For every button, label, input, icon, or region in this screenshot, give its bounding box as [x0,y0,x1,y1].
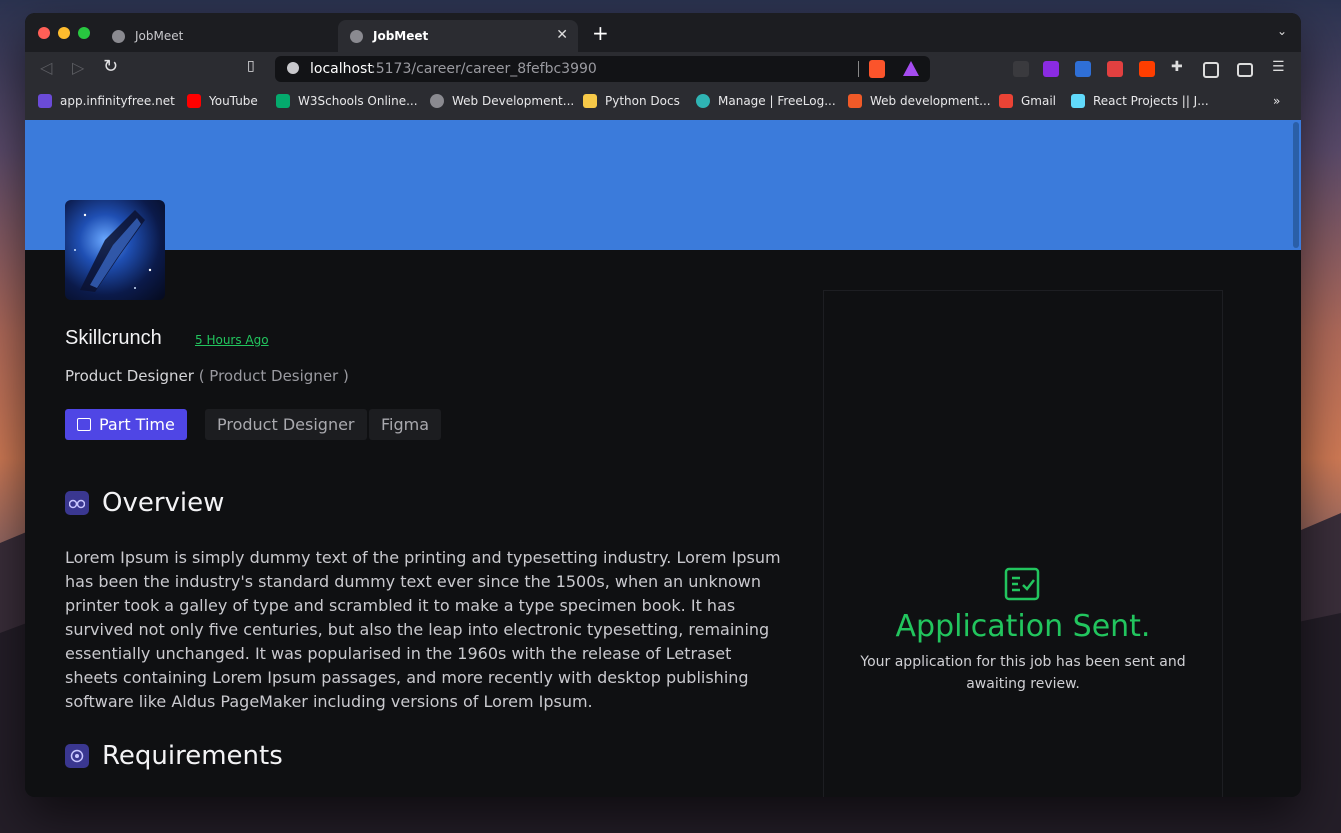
bookmark-item[interactable]: Python Docs [583,94,680,108]
reload-button[interactable]: ↻ [103,56,118,77]
youtube-icon [187,94,201,108]
bookmark-item[interactable]: app.infinityfree.net [38,94,175,108]
posted-time-link[interactable]: 5 Hours Ago [195,333,269,347]
new-tab-button[interactable]: + [592,21,609,45]
w3schools-icon [276,94,290,108]
requirements-heading: Requirements [65,741,283,771]
application-sent-title: Application Sent. [895,609,1151,644]
brave-rewards-icon[interactable] [903,61,919,76]
tab-2-title: JobMeet [373,29,429,43]
maximize-window-button[interactable] [78,27,90,39]
globe-icon [112,29,125,43]
checklist-icon [1004,567,1040,601]
tab-2[interactable]: JobMeet ✕ [338,20,578,52]
bookmark-favicon-icon [38,94,52,108]
freelogo-icon [696,94,710,108]
scrollbar[interactable] [1293,122,1299,248]
address-bar[interactable]: localhost :5173/career/career_8fefbc3990 [275,56,930,82]
bookmark-item[interactable]: Web Development... [430,94,574,108]
tab-1-title: JobMeet [135,29,184,43]
url-host: localhost [310,61,373,77]
job-title: Product Designer ( Product Designer ) [65,367,349,385]
bookmark-item[interactable]: Web development... [848,94,991,108]
page-content: Skillcrunch 5 Hours Ago Product Designer… [25,120,1301,797]
skill-tag: Figma [369,409,442,440]
extension-icon[interactable] [1075,61,1091,77]
python-icon [583,94,597,108]
tab-bar: JobMeet JobMeet ✕ + ⌄ [25,13,1301,52]
company-name: Skillcrunch [65,327,162,349]
chevron-down-icon[interactable]: ⌄ [1277,24,1287,38]
bookmark-favicon-icon [848,94,862,108]
job-title-text: Product Designer [65,367,194,385]
job-title-subtitle: ( Product Designer ) [198,367,349,385]
sidebar-icon[interactable] [1203,62,1219,78]
back-button[interactable]: ◁ [40,58,52,77]
menu-icon[interactable]: ☰ [1272,59,1288,75]
gmail-icon [999,94,1013,108]
target-icon [65,744,89,768]
bookmark-item[interactable]: Gmail [999,94,1056,108]
spaceship-image [74,210,152,292]
application-status-card: Application Sent. Your application for t… [823,290,1223,797]
puzzle-icon[interactable]: ✚ [1171,59,1187,75]
forward-button[interactable]: ▷ [72,58,84,77]
minimize-window-button[interactable] [58,27,70,39]
more-bookmarks-icon[interactable]: » [1273,94,1280,108]
extension-icon[interactable] [1139,61,1155,77]
navigation-toolbar: ◁ ▷ ↻ ▯ localhost :5173/career/career_8f… [25,52,1301,85]
wallet-icon[interactable] [1237,63,1253,77]
divider [858,61,859,77]
bookmark-item[interactable]: React Projects || J... [1071,94,1209,108]
overview-text: Lorem Ipsum is simply dummy text of the … [65,548,781,711]
info-icon[interactable] [287,62,299,74]
extension-icon[interactable] [1013,61,1029,77]
company-banner [25,120,1301,250]
url-path: :5173/career/career_8fefbc3990 [371,61,597,77]
job-type-badge: Part Time [65,409,187,440]
bookmark-item[interactable]: W3Schools Online... [276,94,418,108]
bookmarks-bar: app.infinityfree.net YouTube W3Schools O… [25,85,1301,120]
brave-shield-icon[interactable] [869,60,885,78]
browser-window: JobMeet JobMeet ✕ + ⌄ ◁ ▷ ↻ ▯ localhost … [25,13,1301,797]
application-sent-message: Your application for this job has been s… [860,654,1186,692]
globe-icon [350,29,363,43]
skill-tag: Product Designer [205,409,367,440]
extension-icon[interactable] [1043,61,1059,77]
close-tab-icon[interactable]: ✕ [556,27,568,43]
overview-heading: Overview [65,488,224,518]
bookmark-item[interactable]: YouTube [187,94,258,108]
calendar-icon [77,418,91,431]
globe-icon [430,94,444,108]
extension-icon[interactable] [1107,61,1123,77]
close-window-button[interactable] [38,27,50,39]
tab-1[interactable]: JobMeet [100,20,332,52]
bookmark-icon[interactable]: ▯ [247,58,255,74]
company-logo [65,200,165,300]
bookmark-item[interactable]: Manage | FreeLog... [696,94,836,108]
binoculars-icon [65,491,89,515]
react-icon [1071,94,1085,108]
